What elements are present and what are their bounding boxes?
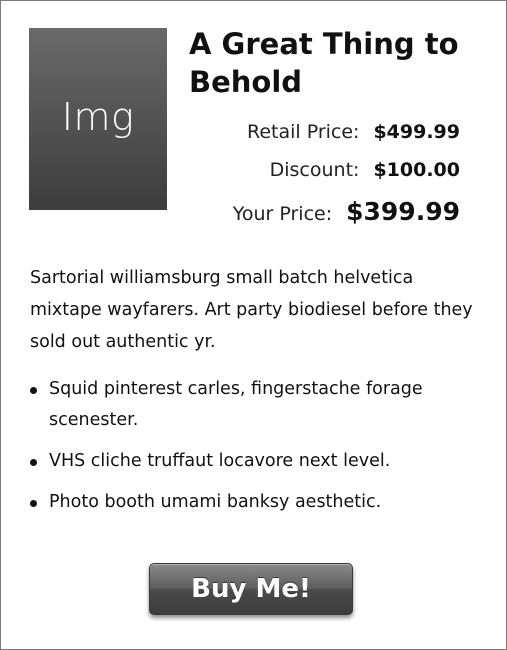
buy-button[interactable]: Buy Me! [149, 563, 353, 615]
retail-price-label: Retail Price: [246, 121, 360, 143]
discount-value: $100.00 [373, 159, 460, 181]
feature-text: Squid pinterest carles, fingerstache for… [49, 379, 423, 430]
product-card: Img A Great Thing to Behold Retail Price… [0, 0, 507, 650]
image-placeholder-label: Img [61, 95, 135, 139]
retail-price-value: $499.99 [373, 121, 460, 143]
your-price-value: $399.99 [346, 197, 460, 226]
discount-row: Discount: $100.00 [233, 159, 460, 197]
list-item: Squid pinterest carles, fingerstache for… [30, 374, 480, 436]
your-price-row: Your Price: $399.99 [233, 197, 460, 235]
bullet-icon [30, 459, 37, 466]
list-item: VHS cliche truffaut locavore next level. [30, 446, 480, 477]
product-image-placeholder: Img [29, 28, 167, 210]
bullet-icon [30, 387, 37, 394]
your-price-label: Your Price: [232, 203, 333, 225]
bullet-icon [30, 500, 37, 507]
price-table: Retail Price: $499.99 Discount: $100.00 … [233, 121, 460, 235]
product-title: A Great Thing to Behold [189, 27, 459, 99]
discount-label: Discount: [269, 159, 360, 181]
feature-text: VHS cliche truffaut locavore next level. [49, 451, 391, 471]
retail-price-row: Retail Price: $499.99 [233, 121, 460, 159]
list-item: Photo booth umami banksy aesthetic. [30, 487, 480, 518]
product-description: Sartorial williamsburg small batch helve… [30, 268, 473, 352]
feature-text: Photo booth umami banksy aesthetic. [49, 492, 382, 512]
feature-list: Squid pinterest carles, fingerstache for… [30, 374, 480, 528]
